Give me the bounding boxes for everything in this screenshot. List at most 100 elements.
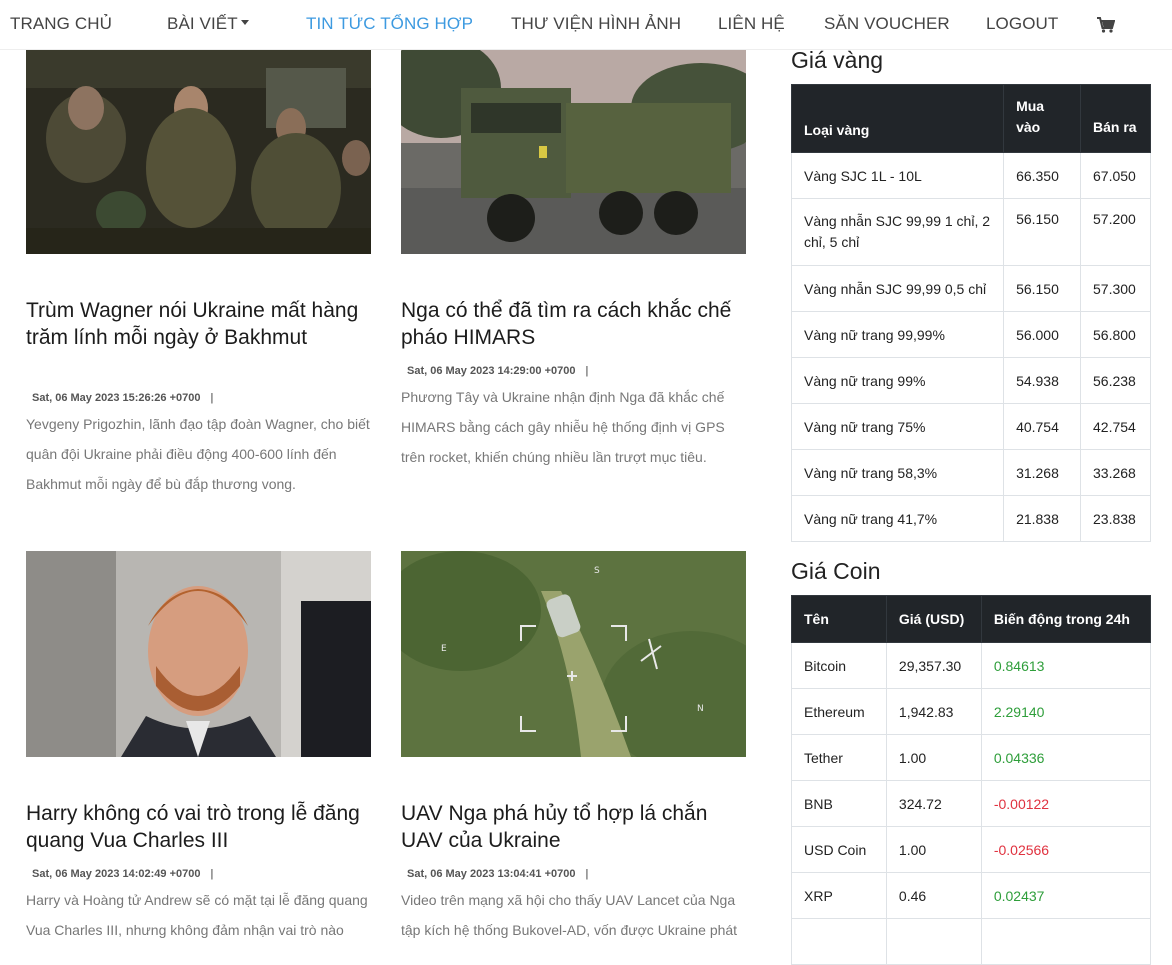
coin-change: 0.04336: [980, 734, 1152, 781]
coin-price-table: Tên Giá (USD) Biến động trong 24h Bitcoi…: [791, 595, 1152, 965]
gold-sell: 57.300: [1080, 265, 1151, 312]
gold-buy: 56.150: [1003, 198, 1081, 266]
coin-name: Tether: [791, 734, 887, 781]
article-meta: Sat, 06 May 2023 14:29:00 +0700 |: [407, 365, 588, 377]
table-row: Vàng nữ trang 75% 40.754 42.754: [790, 403, 1151, 450]
table-row: BNB 324.72 -0.00122: [791, 780, 1152, 827]
nav-item-thu-vien-hinh-anh[interactable]: THƯ VIỆN HÌNH ẢNH: [511, 14, 681, 34]
article-title[interactable]: Trùm Wagner nói Ukraine mất hàng trăm lí…: [26, 297, 371, 351]
article-date: Sat, 06 May 2023 15:26:26 +0700: [32, 392, 201, 404]
top-navbar: TRANG CHỦ BÀI VIẾT TIN TỨC TỔNG HỢP THƯ …: [0, 0, 1172, 50]
nav-item-bai-viet[interactable]: BÀI VIẾT: [167, 14, 249, 34]
gold-sell: 57.200: [1080, 198, 1151, 266]
gold-sell: 67.050: [1080, 152, 1151, 199]
article-title[interactable]: UAV Nga phá hủy tổ hợp lá chắn UAV của U…: [401, 800, 746, 854]
nav-item-label: BÀI VIẾT: [167, 14, 238, 33]
table-row: Vàng nữ trang 99,99% 56.000 56.800: [790, 311, 1151, 358]
table-row: Vàng nhẫn SJC 99,99 1 chỉ, 2 chỉ, 5 chỉ 5…: [790, 198, 1151, 266]
coin-price: 1,942.83: [885, 688, 982, 735]
gold-type: Vàng nữ trang 75%: [790, 403, 1005, 450]
coin-price: 0.46: [885, 872, 982, 919]
table-row: Vàng nữ trang 99% 54.938 56.238: [790, 357, 1151, 404]
soldiers-in-vehicle-photo: [26, 48, 371, 254]
nav-item-lien-he[interactable]: LIÊN HỆ: [718, 14, 785, 34]
table-row: Vàng nữ trang 41,7% 21.838 23.838: [790, 495, 1151, 542]
meta-separator: |: [210, 392, 214, 404]
himars-truck-photo: [401, 48, 746, 254]
coin-change: -0.02566: [980, 826, 1152, 873]
coin-price: 29,357.30: [885, 642, 982, 689]
article-date: Sat, 06 May 2023 14:29:00 +0700: [407, 365, 576, 377]
gold-buy: 56.000: [1003, 311, 1081, 358]
article-date: Sat, 06 May 2023 13:04:41 +0700: [407, 868, 576, 880]
nav-item-san-voucher[interactable]: SĂN VOUCHER: [824, 14, 950, 34]
coin-price: 1.00: [885, 734, 982, 781]
table-row: Tether 1.00 0.04336: [791, 734, 1152, 781]
table-row: Bitcoin 29,357.30 0.84613: [791, 642, 1152, 689]
col-header-bien-dong: Biến động trong 24h: [980, 595, 1152, 643]
coin-change: 0.84613: [980, 642, 1152, 689]
article-excerpt: Harry và Hoàng tử Andrew sẽ có mặt tại l…: [26, 892, 368, 938]
caret-down-icon: [240, 20, 249, 25]
gold-type: Vàng nữ trang 99,99%: [790, 311, 1005, 358]
coin-change: -0.00122: [980, 780, 1152, 827]
article-image[interactable]: S E N: [401, 551, 746, 757]
nav-item-logout[interactable]: LOGOUT: [986, 14, 1058, 34]
col-header-ban-ra: Bán ra: [1080, 84, 1151, 153]
table-row: Vàng SJC 1L - 10L 66.350 67.050: [790, 152, 1151, 199]
article-title[interactable]: Nga có thể đã tìm ra cách khắc chế pháo …: [401, 297, 746, 351]
shopping-cart-icon[interactable]: [1097, 17, 1115, 33]
meta-separator: |: [585, 868, 589, 880]
article-image[interactable]: [26, 551, 371, 757]
article-meta: Sat, 06 May 2023 14:02:49 +0700 |: [32, 868, 213, 880]
coin-price: 1.00: [885, 826, 982, 873]
table-row: Vàng nhẫn SJC 99,99 0,5 chỉ 56.150 57.300: [790, 265, 1151, 312]
gold-price-heading: Giá vàng: [791, 47, 884, 73]
coin-change: 0.02437: [980, 872, 1152, 919]
nav-item-tin-tuc-tong-hop[interactable]: TIN TỨC TỔNG HỢP: [306, 14, 473, 34]
gold-buy: 54.938: [1003, 357, 1081, 404]
article-meta: Sat, 06 May 2023 13:04:41 +0700 |: [407, 868, 588, 880]
nav-item-trang-chu[interactable]: TRANG CHỦ: [10, 14, 112, 34]
coin-name: USD Coin: [791, 826, 887, 873]
coin-name: XRP: [791, 872, 887, 919]
meta-separator: |: [210, 868, 214, 880]
coin-name: Bitcoin: [791, 642, 887, 689]
gold-sell: 56.238: [1080, 357, 1151, 404]
gold-sell: 23.838: [1080, 495, 1151, 542]
gold-sell: 42.754: [1080, 403, 1151, 450]
coin-price: 324.72: [885, 780, 982, 827]
article-image[interactable]: [401, 48, 746, 254]
gold-type: Vàng nữ trang 41,7%: [790, 495, 1005, 542]
gold-type: Vàng nhẫn SJC 99,99 1 chỉ, 2 chỉ, 5 chỉ: [790, 198, 1005, 266]
gold-type: Vàng nữ trang 58,3%: [790, 449, 1005, 496]
coin-name: BNB: [791, 780, 887, 827]
coin-name: Ethereum: [791, 688, 887, 735]
col-header-gia-usd: Giá (USD): [885, 595, 982, 643]
article-excerpt: Video trên mạng xã hội cho thấy UAV Lanc…: [401, 892, 738, 938]
gold-type: Vàng nữ trang 99%: [790, 357, 1005, 404]
gold-buy: 66.350: [1003, 152, 1081, 199]
prince-harry-photo: [26, 551, 371, 757]
table-row: Vàng nữ trang 58,3% 31.268 33.268: [790, 449, 1151, 496]
svg-text:S: S: [594, 566, 600, 576]
coin-price-heading: Giá Coin: [791, 558, 881, 584]
table-row: Ethereum 1,942.83 2.29140: [791, 688, 1152, 735]
gold-type: Vàng nhẫn SJC 99,99 0,5 chỉ: [790, 265, 1005, 312]
article-excerpt: Yevgeny Prigozhin, lãnh đạo tập đoàn Wag…: [26, 416, 370, 492]
col-header-ten: Tên: [791, 595, 887, 643]
coin-change: 2.29140: [980, 688, 1152, 735]
article-meta: Sat, 06 May 2023 15:26:26 +0700 |: [32, 392, 213, 404]
table-row: [791, 918, 1152, 965]
gold-buy: 31.268: [1003, 449, 1081, 496]
col-header-mua-vao: Mua vào: [1003, 84, 1081, 153]
article-title[interactable]: Harry không có vai trò trong lễ đăng qua…: [26, 800, 371, 854]
svg-text:N: N: [697, 704, 704, 714]
meta-separator: |: [585, 365, 589, 377]
gold-type: Vàng SJC 1L - 10L: [790, 152, 1005, 199]
article-image[interactable]: [26, 48, 371, 254]
svg-text:E: E: [441, 644, 447, 654]
article-excerpt: Phương Tây và Ukraine nhận định Nga đã k…: [401, 389, 725, 465]
gold-buy: 56.150: [1003, 265, 1081, 312]
gold-buy: 21.838: [1003, 495, 1081, 542]
